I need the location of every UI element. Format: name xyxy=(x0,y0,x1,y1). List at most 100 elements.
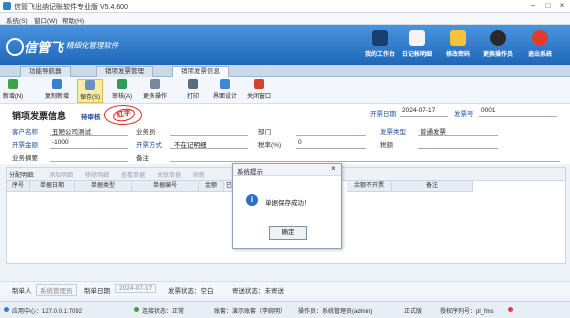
tax-label: 税额 xyxy=(380,142,393,149)
make-date-field: 2024-07-17 xyxy=(115,284,157,293)
account-set: 账套：演示账套（李婉明） xyxy=(214,309,287,315)
save-button[interactable]: 保存(S) xyxy=(77,79,103,103)
dept-label: 部门 xyxy=(258,129,271,136)
link-doc-button[interactable]: 关联单据 xyxy=(157,170,181,179)
amount-underline xyxy=(50,148,128,149)
summary-field[interactable] xyxy=(50,161,128,162)
refresh-button[interactable]: 刷新 xyxy=(193,170,205,179)
dialog-header: 系统提示 × xyxy=(233,164,341,176)
save-icon xyxy=(85,80,95,90)
tax-field[interactable] xyxy=(418,148,498,149)
print-icon xyxy=(188,79,198,89)
new-button[interactable]: 新增(N) xyxy=(2,79,24,101)
customer-underline xyxy=(50,135,128,136)
maker-field: 系统管理员 xyxy=(36,284,77,296)
layout-design-button[interactable]: 界面设计 xyxy=(211,79,239,101)
amount-label: 开票金额 xyxy=(12,142,38,149)
more-icon xyxy=(150,79,160,89)
more-actions-button[interactable]: 更多操作 xyxy=(141,79,169,101)
minimize-icon[interactable]: – xyxy=(528,1,538,11)
tab-invoice-manage[interactable]: 销项发票管理 xyxy=(96,66,153,77)
window-title: 信管飞出纳记账软件专业版 V5.4.600 xyxy=(14,4,128,11)
form-footer: 制单人 系统管理员 制单日期 2024-07-17 发票状态：空白 寄送状态：未… xyxy=(0,281,570,296)
remark-field[interactable] xyxy=(170,161,560,162)
amount-field[interactable]: -1000 xyxy=(52,139,69,146)
dept-field[interactable] xyxy=(296,135,366,136)
workbench-button[interactable]: 我的工作台 xyxy=(363,28,397,64)
add-icon xyxy=(8,79,18,89)
approve-button[interactable]: 审核(A) xyxy=(110,79,134,101)
toolbar: 新增(N) 复制新增 保存(S) 审核(A) 更多操作 打印 界面设计 关闭窗口 xyxy=(0,77,570,104)
change-password-button[interactable]: 修改密码 xyxy=(441,28,475,64)
invoice-type-label: 发票类型 xyxy=(380,129,406,136)
ledger-detail-button[interactable]: 日记帐明细 xyxy=(400,28,434,64)
grid-header: 余额不开票 xyxy=(347,181,392,192)
menu-help[interactable]: 帮助(H) xyxy=(62,15,84,25)
menu-bar: 系统(S) 窗口(W) 帮助(H) xyxy=(0,13,570,25)
dialog-close-icon[interactable]: × xyxy=(331,164,336,173)
print-button[interactable]: 打印 xyxy=(182,79,204,101)
make-date-label: 制单日期 xyxy=(84,288,110,295)
summary-label: 业务摘要 xyxy=(12,155,38,162)
send-status: 寄送状态：未寄送 xyxy=(232,288,284,295)
message-dialog: 系统提示 × i 单据保存成功！ 确定 xyxy=(232,163,342,249)
grid-header: 单据编号 xyxy=(132,181,199,192)
invoice-status: 发票状态：空白 xyxy=(168,288,214,295)
close-window-icon xyxy=(254,79,264,89)
status-bar: 应用中心：127.0.0.1:7092 连接状态：正常 账套：演示账套（李婉明）… xyxy=(0,301,570,318)
app-logo-icon xyxy=(3,2,11,10)
menu-window[interactable]: 窗口(W) xyxy=(34,15,57,25)
desk-icon xyxy=(372,30,388,46)
support-icon xyxy=(508,307,513,312)
copy-new-button[interactable]: 复制新增 xyxy=(44,79,70,101)
grid-header: 序号 xyxy=(7,181,30,192)
ok-button[interactable]: 确定 xyxy=(269,226,307,240)
tax-rate-underline xyxy=(296,148,366,149)
invoice-no-label: 发票号 xyxy=(454,111,474,118)
invoice-date-underline xyxy=(400,116,448,117)
close-icon[interactable]: × xyxy=(557,1,567,11)
remove-detail-button[interactable]: 移除明细 xyxy=(85,170,109,179)
customer-label: 客户名称 xyxy=(12,129,38,136)
exit-system-button[interactable]: 退出系统 xyxy=(523,28,557,64)
tab-strip: 功能导航器 销项发票管理 销项发票信息 xyxy=(0,65,570,77)
switch-operator-button[interactable]: 更换操作员 xyxy=(481,28,515,64)
brand-logo-icon xyxy=(6,38,24,56)
server-icon xyxy=(4,307,9,312)
tab-invoice-info[interactable]: 销项发票信息 xyxy=(172,66,229,77)
design-icon xyxy=(220,79,230,89)
ledger-icon xyxy=(409,30,425,46)
brand-subtitle: 精细化管理软件 xyxy=(66,41,119,50)
method-label: 开票方式 xyxy=(136,142,162,149)
invoice-form: 销项发票信息 待审核 红字 开票日期 2024-07-17 发票号 0001 客… xyxy=(0,104,570,164)
copy-icon xyxy=(52,79,62,89)
connection-icon xyxy=(134,307,139,312)
invoice-date-label: 开票日期 xyxy=(370,111,396,118)
tax-rate-field[interactable]: 0 xyxy=(298,139,302,146)
salesman-field[interactable] xyxy=(170,135,248,136)
view-doc-button[interactable]: 查看单据 xyxy=(121,170,145,179)
lock-icon xyxy=(450,30,466,46)
grid-header: 单据日期 xyxy=(30,181,75,192)
maximize-icon[interactable]: □ xyxy=(543,1,553,11)
salesman-label: 业务员 xyxy=(136,129,156,136)
dialog-message: 单据保存成功！ xyxy=(265,200,311,207)
grid-header: 单据类型 xyxy=(75,181,132,192)
form-title: 销项发票信息 xyxy=(12,111,67,121)
grid-header: 金额 xyxy=(199,181,224,192)
close-window-button[interactable]: 关闭窗口 xyxy=(246,79,272,101)
tab-navigator[interactable]: 功能导航器 xyxy=(20,66,71,77)
operator: 操作员：系统管理员(admin) xyxy=(298,309,373,315)
invoice-date-field[interactable]: 2024-07-17 xyxy=(402,107,435,114)
version-label: 正式版 xyxy=(404,309,423,315)
menu-system[interactable]: 系统(S) xyxy=(6,15,28,25)
remark-label: 备注 xyxy=(136,155,149,162)
detail-label: 分配明细: xyxy=(9,173,35,179)
exit-icon xyxy=(532,30,548,46)
brand-name: 信管飞 xyxy=(24,40,64,55)
add-detail-button[interactable]: 添加明细 xyxy=(49,170,73,179)
invoice-no-field[interactable]: 0001 xyxy=(481,107,495,114)
invoice-type-underline xyxy=(418,135,498,136)
dialog-title: 系统提示 xyxy=(237,169,263,176)
method-underline xyxy=(170,148,248,149)
